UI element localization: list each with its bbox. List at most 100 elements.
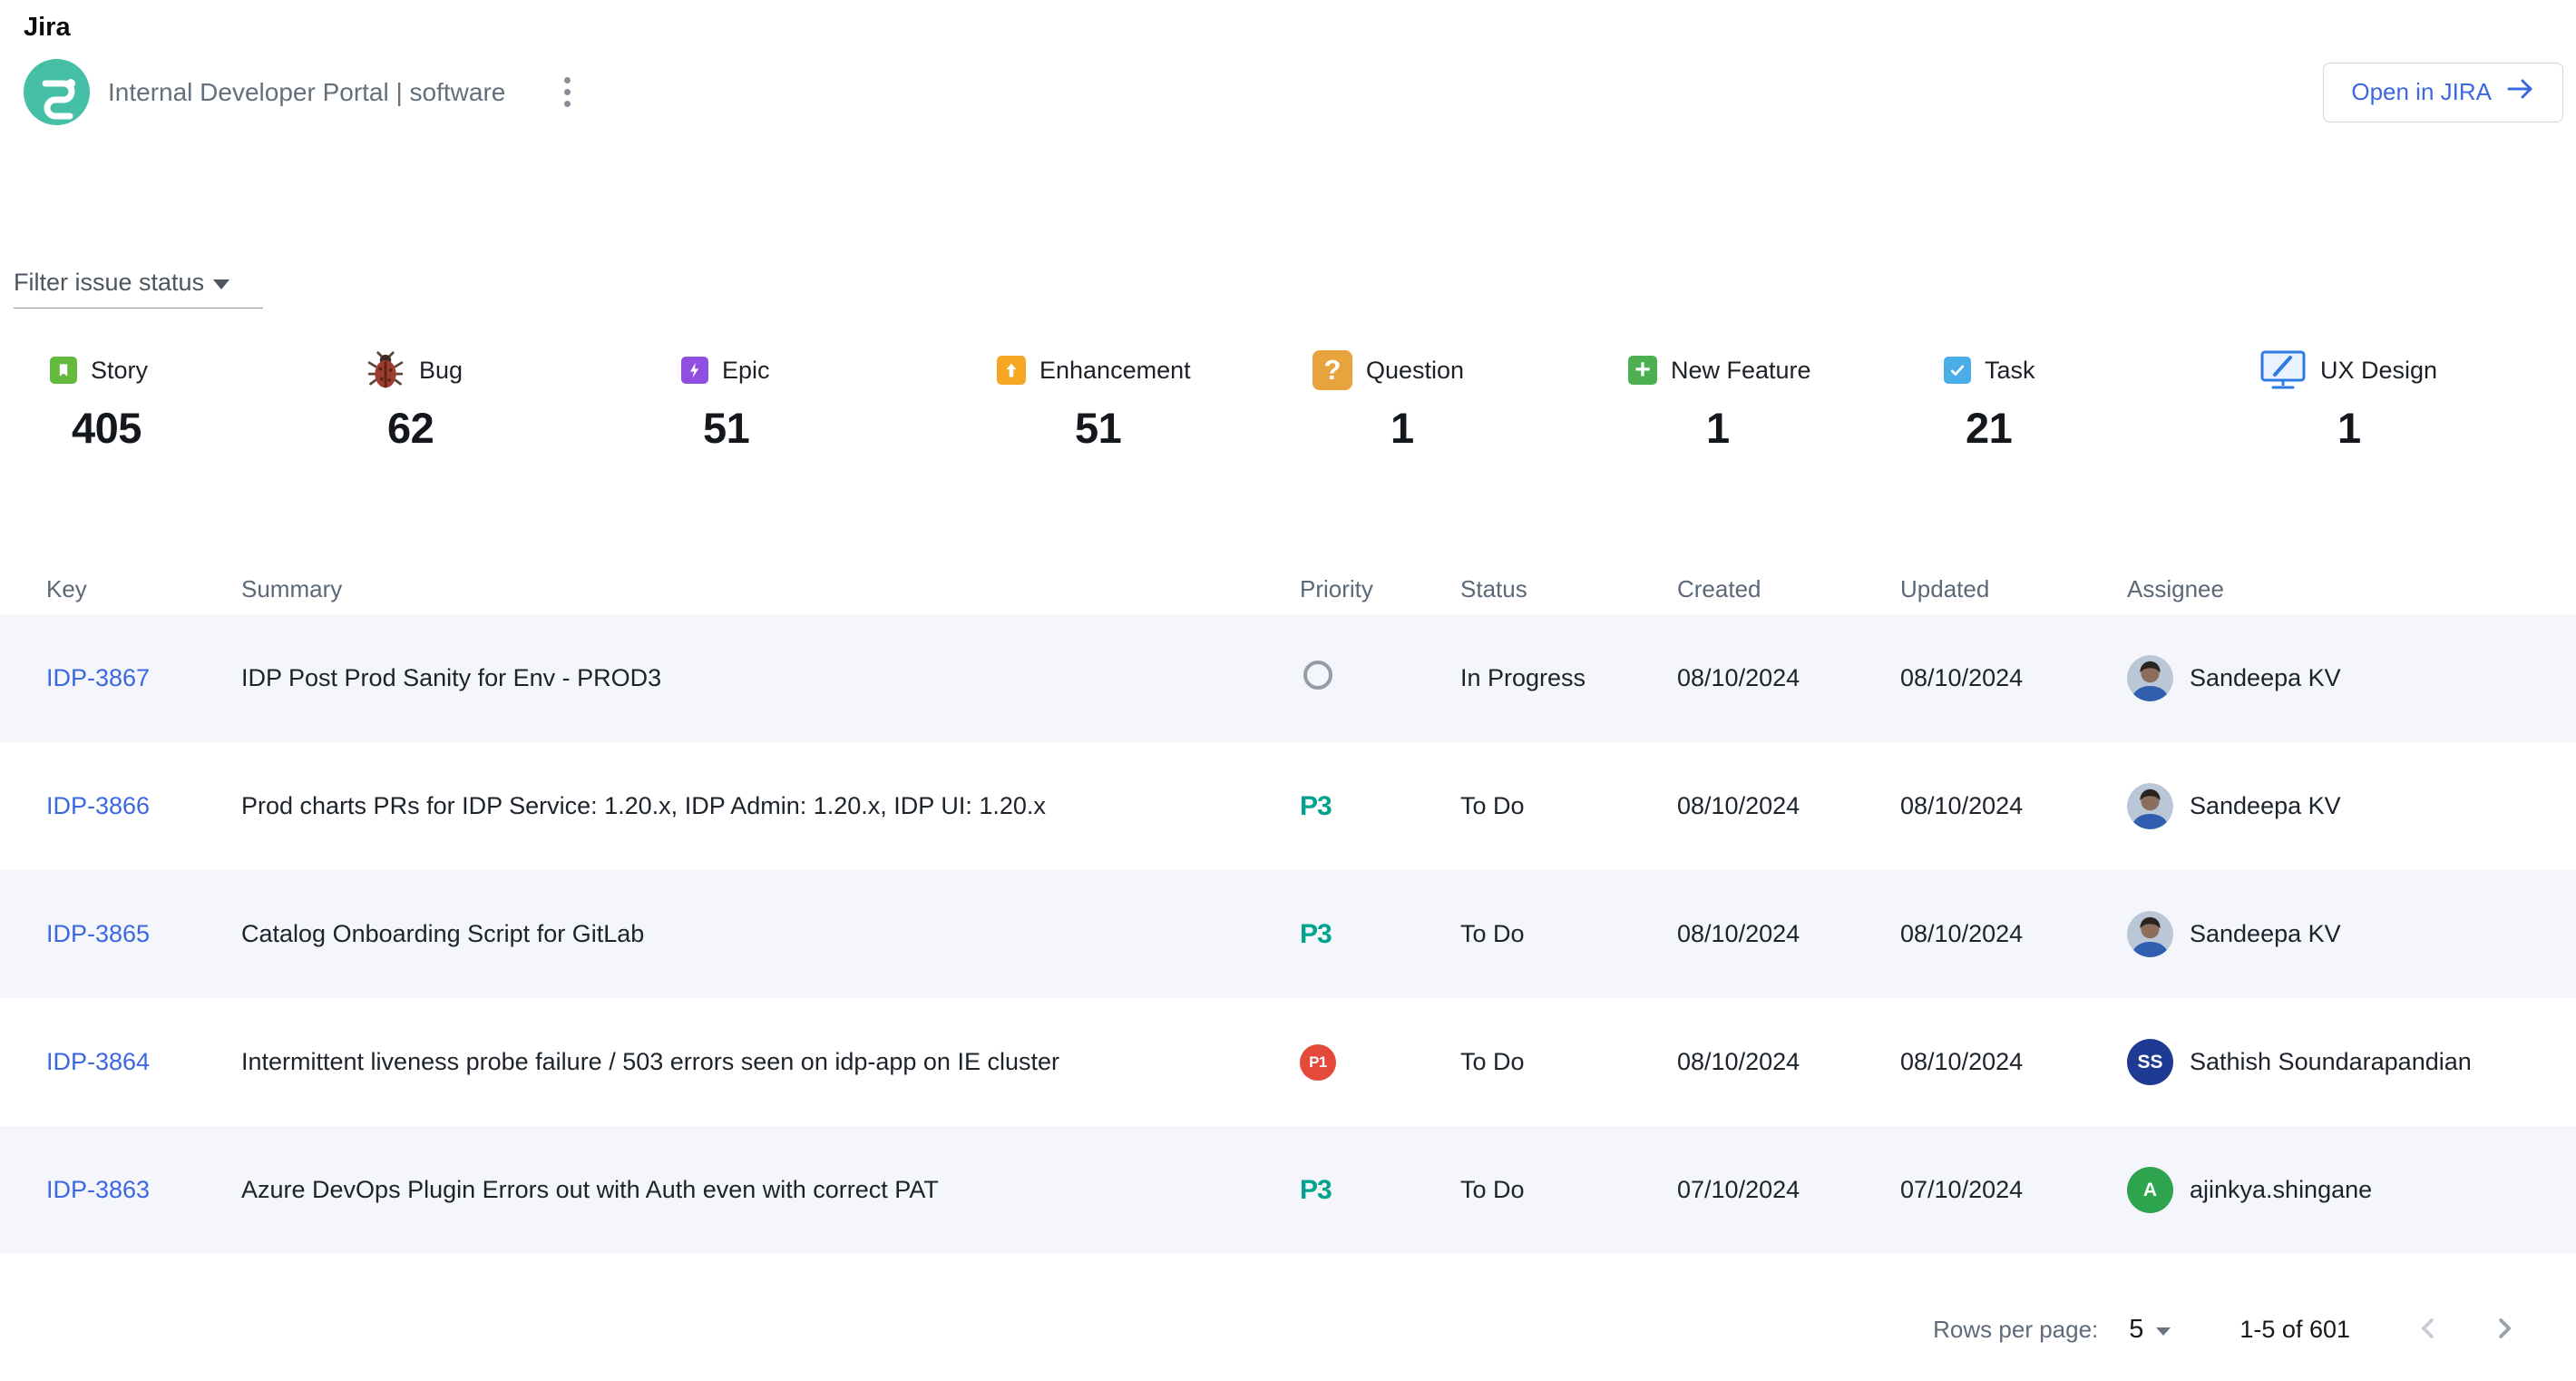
- issue-type-bug: Bug 62: [366, 347, 681, 453]
- issue-updated-date: 08/10/2024: [1900, 792, 2127, 820]
- avatar: [2127, 911, 2173, 957]
- issue-summary: Intermittent liveness probe failure / 50…: [241, 1048, 1300, 1076]
- table-row: IDP-3864 Intermittent liveness probe fai…: [0, 998, 2576, 1126]
- priority-none-icon: [1303, 661, 1332, 690]
- issue-created-date: 08/10/2024: [1677, 664, 1900, 692]
- filter-issue-status-select[interactable]: Filter issue status: [14, 269, 263, 309]
- bug-icon: [366, 350, 405, 390]
- table-header-row: Key Summary Priority Status Created Upda…: [0, 563, 2576, 614]
- open-in-jira-button[interactable]: Open in JIRA: [2323, 63, 2563, 122]
- ux-design-icon: [2259, 349, 2307, 391]
- table-row: IDP-3867 IDP Post Prod Sanity for Env - …: [0, 614, 2576, 742]
- issue-status: In Progress: [1460, 664, 1677, 692]
- assignee-name: Sathish Soundarapandian: [2190, 1048, 2472, 1076]
- issue-status: To Do: [1460, 792, 1677, 820]
- column-header-summary: Summary: [241, 575, 1300, 603]
- new-feature-icon: +: [1628, 356, 1657, 385]
- issue-type-question: ? Question 1: [1312, 347, 1628, 453]
- issue-summary: Prod charts PRs for IDP Service: 1.20.x,…: [241, 792, 1300, 820]
- open-in-jira-label: Open in JIRA: [2351, 78, 2492, 106]
- issue-updated-date: 08/10/2024: [1900, 664, 2127, 692]
- issue-type-count: 51: [681, 403, 997, 453]
- rows-per-page-value: 5: [2129, 1315, 2143, 1345]
- rows-per-page-label: Rows per page:: [1933, 1316, 2098, 1344]
- issue-type-count: 1: [1628, 403, 1944, 453]
- column-header-key: Key: [46, 575, 241, 603]
- issue-type-epic: Epic 51: [681, 347, 997, 453]
- issue-key-link[interactable]: IDP-3863: [46, 1176, 150, 1203]
- assignee-name: Sandeepa KV: [2190, 792, 2341, 820]
- issue-summary: Catalog Onboarding Script for GitLab: [241, 920, 1300, 948]
- next-page-button[interactable]: [2483, 1307, 2526, 1353]
- enhancement-icon: [997, 356, 1026, 385]
- priority-p3-icon: P3: [1300, 919, 1332, 949]
- chevron-down-icon: [2156, 1327, 2171, 1336]
- issue-type-count: 21: [1944, 403, 2259, 453]
- issue-type-label: Enhancement: [1039, 357, 1191, 385]
- issue-type-story: Story 405: [50, 347, 366, 453]
- issue-status: To Do: [1460, 920, 1677, 948]
- issue-type-label: Question: [1366, 357, 1464, 385]
- previous-page-button[interactable]: [2406, 1307, 2450, 1353]
- table-row: IDP-3865 Catalog Onboarding Script for G…: [0, 870, 2576, 998]
- card-header: Jira Internal Developer Portal | softwar…: [0, 0, 2576, 125]
- avatar: A: [2127, 1167, 2173, 1213]
- table-row: IDP-3866 Prod charts PRs for IDP Service…: [0, 742, 2576, 870]
- issue-type-count: 62: [366, 403, 681, 453]
- issue-type-label: Task: [1985, 357, 2035, 385]
- issue-key-link[interactable]: IDP-3865: [46, 920, 150, 947]
- assignee-name: ajinkya.shingane: [2190, 1176, 2372, 1204]
- issue-summary: IDP Post Prod Sanity for Env - PROD3: [241, 664, 1300, 692]
- issue-status: To Do: [1460, 1048, 1677, 1076]
- rows-per-page-select[interactable]: 5: [2129, 1315, 2171, 1345]
- issue-key-link[interactable]: IDP-3864: [46, 1048, 150, 1075]
- issue-type-label: UX Design: [2320, 357, 2437, 385]
- column-header-updated: Updated: [1900, 575, 2127, 603]
- issue-type-label: Story: [91, 357, 148, 385]
- issue-created-date: 08/10/2024: [1677, 920, 1900, 948]
- project-name: Internal Developer Portal | software: [108, 78, 505, 107]
- epic-icon: [681, 357, 708, 384]
- issue-key-link[interactable]: IDP-3866: [46, 792, 150, 819]
- issue-type-count: 405: [50, 403, 366, 453]
- filter-issue-status-label: Filter issue status: [14, 269, 204, 297]
- issue-type-task: Task 21: [1944, 347, 2259, 453]
- task-icon: [1944, 357, 1971, 384]
- column-header-status: Status: [1460, 575, 1677, 603]
- issue-type-label: New Feature: [1671, 357, 1811, 385]
- issue-type-count: 51: [997, 403, 1312, 453]
- column-header-assignee: Assignee: [2127, 575, 2576, 603]
- issue-type-count: 1: [1312, 403, 1628, 453]
- assignee-name: Sandeepa KV: [2190, 664, 2341, 692]
- kebab-menu-icon[interactable]: [555, 68, 580, 116]
- avatar: SS: [2127, 1039, 2173, 1085]
- column-header-created: Created: [1677, 575, 1900, 603]
- issue-created-date: 07/10/2024: [1677, 1176, 1900, 1204]
- pagination-range: 1-5 of 601: [2239, 1316, 2350, 1344]
- table-row: IDP-3863 Azure DevOps Plugin Errors out …: [0, 1126, 2576, 1254]
- issue-updated-date: 08/10/2024: [1900, 1048, 2127, 1076]
- pagination-bar: Rows per page: 5 1-5 of 601: [0, 1307, 2576, 1353]
- assignee-name: Sandeepa KV: [2190, 920, 2341, 948]
- chevron-down-icon: [213, 279, 229, 289]
- jira-project-logo-icon: [24, 59, 90, 125]
- priority-p1-icon: P1: [1300, 1044, 1336, 1081]
- question-icon: ?: [1312, 350, 1352, 390]
- page-title: Jira: [24, 13, 2563, 43]
- avatar: [2127, 655, 2173, 701]
- issue-type-ux-design: UX Design 1: [2259, 347, 2575, 453]
- arrow-right-icon: [2506, 77, 2535, 107]
- issue-updated-date: 08/10/2024: [1900, 920, 2127, 948]
- issue-type-summary: Story 405: [0, 347, 2576, 453]
- issue-created-date: 08/10/2024: [1677, 1048, 1900, 1076]
- issue-type-label: Epic: [722, 357, 770, 385]
- avatar: [2127, 783, 2173, 829]
- priority-p3-icon: P3: [1300, 791, 1332, 821]
- issue-created-date: 08/10/2024: [1677, 792, 1900, 820]
- project-row: Internal Developer Portal | software Ope…: [24, 59, 2563, 125]
- issue-type-count: 1: [2259, 403, 2575, 453]
- issue-type-enhancement: Enhancement 51: [997, 347, 1312, 453]
- issue-updated-date: 07/10/2024: [1900, 1176, 2127, 1204]
- issue-key-link[interactable]: IDP-3867: [46, 664, 150, 691]
- issue-status: To Do: [1460, 1176, 1677, 1204]
